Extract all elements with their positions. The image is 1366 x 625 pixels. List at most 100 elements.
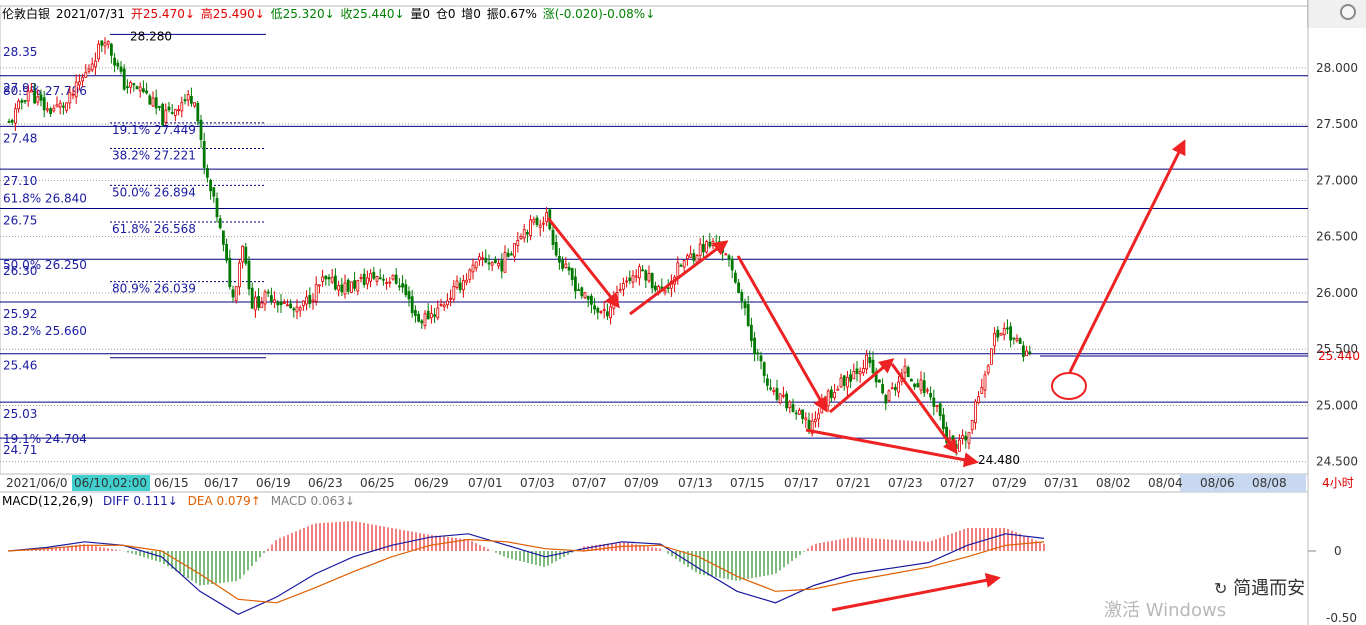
candle-body xyxy=(196,102,200,122)
candle-body xyxy=(145,90,149,94)
candle-body xyxy=(84,71,88,78)
candle-body xyxy=(574,276,577,292)
candle-body xyxy=(113,57,116,66)
candle-body xyxy=(647,273,651,282)
fib-left-label: 50.0% 26.250 xyxy=(3,258,87,272)
candle-body xyxy=(1022,345,1025,357)
candle-body xyxy=(484,257,488,263)
candle-body xyxy=(253,296,257,311)
candle-body xyxy=(586,295,590,300)
candle-body xyxy=(990,348,993,365)
y-tick-label: 27.500 xyxy=(1316,117,1358,131)
candle-body xyxy=(622,283,625,290)
candle-body xyxy=(970,420,974,431)
candle-body xyxy=(375,276,379,282)
candle-body xyxy=(461,280,465,291)
candle-body xyxy=(705,241,708,253)
candle-body xyxy=(289,303,293,309)
price-chart[interactable]: 28.3527.9327.4827.1026.7526.3025.9225.46… xyxy=(0,0,1366,625)
candle-body xyxy=(215,198,219,218)
candle-body xyxy=(39,94,43,101)
candle-body xyxy=(477,256,481,261)
candle-body xyxy=(452,285,456,300)
candle-body xyxy=(609,306,612,318)
candle-body xyxy=(564,263,568,268)
candle-body xyxy=(814,418,817,423)
period-button[interactable]: 4小时 xyxy=(1310,474,1366,492)
candle-body xyxy=(282,302,286,304)
fib-left-label: 80.9% 27.796 xyxy=(3,84,87,98)
candle-body xyxy=(228,257,232,288)
candle-body xyxy=(769,387,772,390)
candle-body xyxy=(330,276,334,283)
candle-body xyxy=(1009,326,1012,341)
candle-body xyxy=(846,376,849,388)
candle-body xyxy=(212,187,216,197)
level-label: 26.75 xyxy=(3,214,37,228)
candle-body xyxy=(244,246,248,264)
candle-body xyxy=(20,100,24,103)
candle-body xyxy=(26,90,30,102)
candle-body xyxy=(801,409,804,419)
candle-body xyxy=(410,296,414,314)
macd-axis-label: 0 xyxy=(1334,544,1342,558)
candle-body xyxy=(734,272,737,283)
candle-body xyxy=(849,374,852,382)
candle-body xyxy=(391,274,395,280)
candle-body xyxy=(52,107,56,112)
candle-body xyxy=(221,230,225,245)
candle-body xyxy=(679,264,683,267)
candle-body xyxy=(887,390,891,402)
candle-body xyxy=(602,309,606,311)
candle-body xyxy=(49,108,52,114)
candle-body xyxy=(266,291,270,294)
candle-body xyxy=(1006,327,1009,330)
candle-body xyxy=(897,381,900,393)
candle-body xyxy=(938,403,942,417)
candle-body xyxy=(65,102,68,111)
y-tick-label: 25.500 xyxy=(1316,342,1358,356)
high-annotation: 28.280 xyxy=(130,29,172,43)
candle-body xyxy=(567,266,571,271)
candle-body xyxy=(842,375,846,386)
level-label: 25.03 xyxy=(3,407,37,421)
candle-body xyxy=(42,97,46,111)
candle-body xyxy=(868,356,872,364)
candle-body xyxy=(993,332,996,347)
target-circle-icon xyxy=(1051,372,1087,400)
candle-body xyxy=(458,282,462,291)
candle-body xyxy=(967,431,971,444)
candle-body xyxy=(596,308,600,313)
candle-body xyxy=(100,40,104,46)
candle-body xyxy=(1015,337,1019,342)
candle-body xyxy=(164,109,168,123)
candle-body xyxy=(349,281,353,293)
macd-dea-value: DEA 0.079↑ xyxy=(187,494,261,508)
candle-body xyxy=(401,283,405,288)
candle-body xyxy=(871,359,875,374)
candle-body xyxy=(593,305,596,310)
candle-body xyxy=(686,255,689,259)
candle-body xyxy=(279,301,283,306)
candle-body xyxy=(126,86,129,89)
candle-body xyxy=(378,277,382,280)
candle-body xyxy=(413,310,417,316)
candle-body xyxy=(631,275,635,283)
candle-body xyxy=(855,368,859,374)
candle-body xyxy=(372,271,376,279)
candle-body xyxy=(1012,337,1016,340)
candle-body xyxy=(519,235,523,240)
y-tick-label: 24.500 xyxy=(1316,455,1358,469)
chart-app: 伦敦白银 2021/07/31 开25.470↓ 高25.490↓ 低25.32… xyxy=(0,0,1366,625)
candle-body xyxy=(119,66,123,72)
candle-body xyxy=(951,435,955,443)
candle-body xyxy=(862,368,865,374)
candle-body xyxy=(62,105,65,108)
candle-body xyxy=(397,285,401,288)
candle-body xyxy=(394,274,398,284)
candle-body xyxy=(558,256,561,263)
candle-body xyxy=(167,106,171,111)
candle-body xyxy=(1018,338,1022,344)
candle-body xyxy=(161,103,165,125)
candle-body xyxy=(106,41,110,45)
